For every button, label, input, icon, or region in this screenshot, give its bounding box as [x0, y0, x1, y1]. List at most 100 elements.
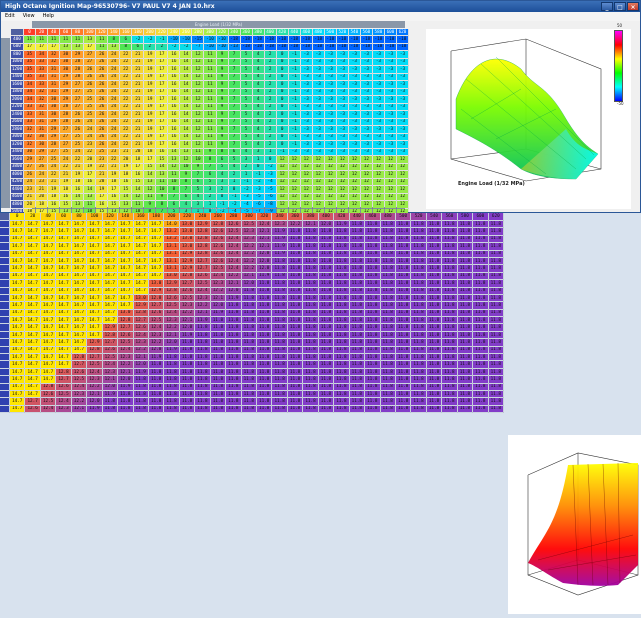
table-cell[interactable]: 11.8 — [426, 287, 443, 295]
table-cell[interactable]: 25 — [95, 148, 109, 156]
table-cell[interactable]: 11.8 — [395, 353, 412, 362]
table-cell[interactable]: 11.8 — [426, 375, 443, 384]
table-cell[interactable]: 11.8 — [410, 397, 427, 406]
table-cell[interactable]: 14.7 — [9, 331, 26, 340]
table-cell[interactable]: 11.8 — [194, 346, 211, 355]
table-cell[interactable]: 24 — [107, 125, 121, 134]
table-cell[interactable]: -3 — [336, 148, 349, 156]
table-cell[interactable]: -3 — [336, 95, 349, 104]
table-cell[interactable]: 11.8 — [364, 346, 381, 355]
table-cell[interactable]: 19 — [143, 118, 157, 126]
table-cell[interactable]: 11.8 — [472, 235, 489, 244]
table-cell[interactable]: 14.7 — [9, 368, 26, 377]
table-cell[interactable]: 11.8 — [349, 235, 366, 244]
table-cell[interactable]: 22 — [119, 125, 133, 134]
table-cell[interactable]: 17 — [83, 43, 97, 51]
table-cell[interactable]: 11.8 — [287, 316, 304, 325]
table-cell[interactable]: 27 — [71, 80, 85, 89]
table-cell[interactable]: 4 — [252, 95, 265, 104]
column-header[interactable]: 560 — [441, 213, 458, 221]
row-header[interactable] — [0, 375, 10, 384]
table-cell[interactable]: 14.7 — [148, 220, 165, 229]
table-cell[interactable]: 11.8 — [256, 316, 273, 325]
table-cell[interactable]: -1 — [288, 58, 301, 66]
table-cell[interactable]: 12.6 — [117, 331, 134, 340]
table-cell[interactable]: 33 — [23, 103, 37, 111]
table-cell[interactable]: 19 — [143, 95, 157, 104]
table-cell[interactable]: 7 — [228, 50, 241, 59]
table-cell[interactable]: -3 — [348, 80, 361, 89]
table-cell[interactable]: 0 — [264, 155, 277, 164]
table-cell[interactable]: 12.2 — [241, 264, 258, 273]
table-cell[interactable]: 12 — [396, 200, 410, 209]
table-cell[interactable]: 11.8 — [133, 397, 149, 406]
table-cell[interactable]: 11.8 — [194, 368, 211, 377]
table-cell[interactable]: 14.7 — [86, 301, 103, 310]
table-cell[interactable]: 11.8 — [302, 397, 319, 406]
table-cell[interactable]: 12 — [384, 193, 397, 201]
table-cell[interactable]: 12.6 — [102, 346, 119, 355]
table-cell[interactable]: 11.9 — [86, 405, 103, 414]
table-cell[interactable]: 21 — [131, 95, 145, 104]
table-cell[interactable]: 11.8 — [194, 375, 211, 384]
table-cell[interactable]: 2 — [240, 163, 253, 171]
table-cell[interactable]: -18 — [288, 43, 301, 51]
table-cell[interactable]: 14.7 — [9, 301, 26, 310]
table-cell[interactable]: 14.7 — [40, 338, 57, 347]
table-cell[interactable]: 11.8 — [410, 338, 427, 347]
table-cell[interactable]: 11.8 — [179, 397, 196, 406]
table-cell[interactable]: 11.8 — [472, 294, 489, 303]
table-cell[interactable]: 11.8 — [302, 375, 319, 384]
table-cell[interactable]: 11.8 — [457, 397, 474, 406]
table-cell[interactable]: 14.7 — [117, 301, 134, 310]
table-cell[interactable]: -3 — [312, 148, 325, 156]
table-cell[interactable]: 21 — [95, 170, 109, 179]
table-cell[interactable]: 11.8 — [318, 331, 335, 340]
table-cell[interactable]: 19 — [143, 110, 157, 119]
table-cell[interactable]: 14.7 — [102, 309, 119, 318]
table-cell[interactable]: 13 — [179, 148, 193, 156]
table-cell[interactable]: 11.8 — [457, 250, 474, 258]
table-cell[interactable]: 19 — [143, 133, 157, 141]
table-cell[interactable]: 6 — [228, 148, 241, 156]
table-cell[interactable]: 13.0 — [179, 242, 196, 251]
table-cell[interactable]: 0 — [276, 58, 289, 66]
table-cell[interactable]: 14.7 — [9, 272, 26, 281]
table-cell[interactable]: 14.7 — [9, 250, 26, 258]
row-header[interactable]: 2800 — [11, 125, 24, 134]
table-cell[interactable]: 7 — [228, 65, 241, 74]
row-header[interactable]: 4400 — [11, 185, 24, 194]
table-cell[interactable]: 12.2 — [194, 301, 211, 310]
table-cell[interactable]: -1 — [288, 118, 301, 126]
table-cell[interactable]: 14 — [131, 185, 145, 194]
table-cell[interactable]: 12 — [143, 185, 157, 194]
table-cell[interactable]: 14.7 — [86, 257, 103, 266]
table-cell[interactable]: 11.8 — [302, 279, 319, 288]
table-cell[interactable]: 12 — [384, 200, 397, 209]
table-cell[interactable]: 28 — [71, 65, 85, 74]
table-cell[interactable]: 12 — [312, 178, 325, 186]
table-cell[interactable]: 35 — [23, 73, 37, 81]
table-cell[interactable]: 14.7 — [24, 375, 41, 384]
table-cell[interactable]: 11.8 — [318, 383, 335, 392]
table-cell[interactable]: 31 — [47, 73, 61, 81]
table-cell[interactable]: -3 — [384, 95, 397, 104]
table-cell[interactable]: 14.7 — [117, 242, 134, 251]
table-cell[interactable]: 11.8 — [302, 360, 319, 369]
table-cell[interactable]: 14.7 — [40, 331, 57, 340]
table-cell[interactable]: 11.8 — [256, 390, 273, 399]
table-cell[interactable]: 14.7 — [24, 323, 41, 332]
table-cell[interactable]: 22 — [119, 80, 133, 89]
table-cell[interactable]: -3 — [336, 80, 349, 89]
table-cell[interactable]: 21 — [59, 170, 73, 179]
table-cell[interactable]: 11.8 — [302, 323, 319, 332]
table-cell[interactable]: 0 — [276, 133, 289, 141]
table-cell[interactable]: -18 — [276, 35, 289, 44]
table-cell[interactable]: 14 — [179, 58, 193, 66]
table-cell[interactable]: 12.3 — [86, 375, 103, 384]
table-cell[interactable]: -5 — [252, 193, 265, 201]
table-cell[interactable]: 11.8 — [410, 279, 427, 288]
table-cell[interactable]: 4 — [252, 80, 265, 89]
table-cell[interactable]: 11.8 — [441, 383, 458, 392]
column-header[interactable]: 480 — [380, 213, 396, 221]
